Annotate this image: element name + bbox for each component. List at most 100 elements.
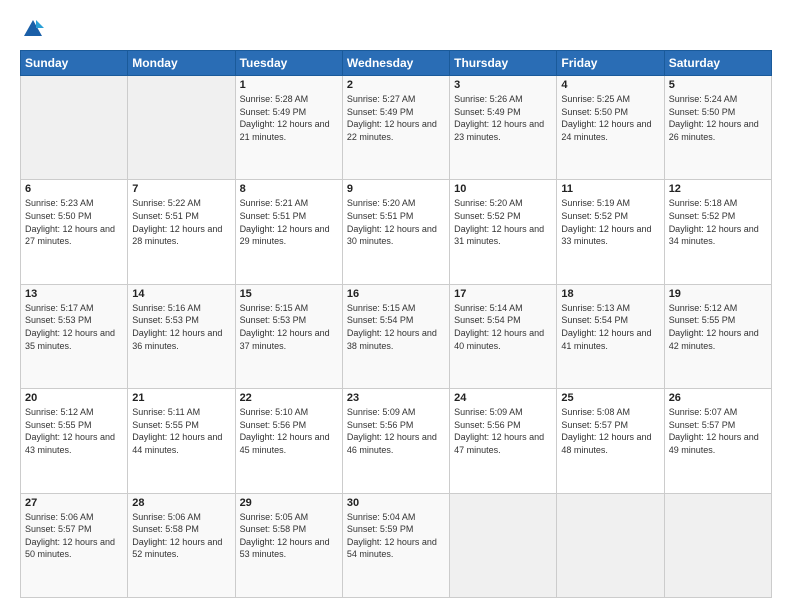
day-info: Sunrise: 5:12 AM Sunset: 5:55 PM Dayligh… <box>25 406 123 456</box>
calendar-cell: 28 Sunrise: 5:06 AM Sunset: 5:58 PM Dayli… <box>128 493 235 597</box>
weekday-header: Monday <box>128 51 235 76</box>
calendar-cell: 15 Sunrise: 5:15 AM Sunset: 5:53 PM Dayli… <box>235 284 342 388</box>
day-info: Sunrise: 5:04 AM Sunset: 5:59 PM Dayligh… <box>347 511 445 561</box>
day-number: 26 <box>669 392 767 404</box>
day-number: 28 <box>132 497 230 509</box>
logo-icon <box>22 18 44 40</box>
calendar-cell: 8 Sunrise: 5:21 AM Sunset: 5:51 PM Daylig… <box>235 180 342 284</box>
calendar-cell: 27 Sunrise: 5:06 AM Sunset: 5:57 PM Dayli… <box>21 493 128 597</box>
day-info: Sunrise: 5:11 AM Sunset: 5:55 PM Dayligh… <box>132 406 230 456</box>
day-number: 6 <box>25 183 123 195</box>
day-number: 3 <box>454 79 552 91</box>
calendar-cell: 26 Sunrise: 5:07 AM Sunset: 5:57 PM Dayli… <box>664 389 771 493</box>
day-info: Sunrise: 5:07 AM Sunset: 5:57 PM Dayligh… <box>669 406 767 456</box>
calendar-week-row: 27 Sunrise: 5:06 AM Sunset: 5:57 PM Dayli… <box>21 493 772 597</box>
day-number: 21 <box>132 392 230 404</box>
calendar-cell: 13 Sunrise: 5:17 AM Sunset: 5:53 PM Dayli… <box>21 284 128 388</box>
weekday-header: Saturday <box>664 51 771 76</box>
calendar-cell: 12 Sunrise: 5:18 AM Sunset: 5:52 PM Dayli… <box>664 180 771 284</box>
calendar-cell: 10 Sunrise: 5:20 AM Sunset: 5:52 PM Dayli… <box>450 180 557 284</box>
day-number: 23 <box>347 392 445 404</box>
logo <box>20 18 44 40</box>
day-number: 29 <box>240 497 338 509</box>
day-info: Sunrise: 5:26 AM Sunset: 5:49 PM Dayligh… <box>454 93 552 143</box>
day-info: Sunrise: 5:12 AM Sunset: 5:55 PM Dayligh… <box>669 302 767 352</box>
weekday-header: Thursday <box>450 51 557 76</box>
calendar-cell: 24 Sunrise: 5:09 AM Sunset: 5:56 PM Dayli… <box>450 389 557 493</box>
calendar-cell: 2 Sunrise: 5:27 AM Sunset: 5:49 PM Daylig… <box>342 76 449 180</box>
calendar-cell: 22Sunrise: 5:10 AM Sunset: 5:56 PM Dayli… <box>235 389 342 493</box>
day-info: Sunrise: 5:14 AM Sunset: 5:54 PM Dayligh… <box>454 302 552 352</box>
day-number: 13 <box>25 288 123 300</box>
calendar-cell: 1 Sunrise: 5:28 AM Sunset: 5:49 PM Daylig… <box>235 76 342 180</box>
day-info: Sunrise: 5:25 AM Sunset: 5:50 PM Dayligh… <box>561 93 659 143</box>
calendar-cell: 23 Sunrise: 5:09 AM Sunset: 5:56 PM Dayli… <box>342 389 449 493</box>
day-number: 1 <box>240 79 338 91</box>
calendar-cell <box>128 76 235 180</box>
day-number: 25 <box>561 392 659 404</box>
day-number: 8 <box>240 183 338 195</box>
day-number: 10 <box>454 183 552 195</box>
calendar-cell: 3 Sunrise: 5:26 AM Sunset: 5:49 PM Daylig… <box>450 76 557 180</box>
calendar-cell: 5Sunrise: 5:24 AM Sunset: 5:50 PM Daylig… <box>664 76 771 180</box>
calendar-cell <box>664 493 771 597</box>
calendar-cell: 20Sunrise: 5:12 AM Sunset: 5:55 PM Dayli… <box>21 389 128 493</box>
header <box>20 18 772 40</box>
day-number: 4 <box>561 79 659 91</box>
day-info: Sunrise: 5:15 AM Sunset: 5:53 PM Dayligh… <box>240 302 338 352</box>
calendar-cell: 9 Sunrise: 5:20 AM Sunset: 5:51 PM Daylig… <box>342 180 449 284</box>
calendar-week-row: 13 Sunrise: 5:17 AM Sunset: 5:53 PM Dayli… <box>21 284 772 388</box>
day-info: Sunrise: 5:22 AM Sunset: 5:51 PM Dayligh… <box>132 197 230 247</box>
day-number: 14 <box>132 288 230 300</box>
weekday-header: Sunday <box>21 51 128 76</box>
calendar-cell: 19 Sunrise: 5:12 AM Sunset: 5:55 PM Dayli… <box>664 284 771 388</box>
day-number: 24 <box>454 392 552 404</box>
day-info: Sunrise: 5:09 AM Sunset: 5:56 PM Dayligh… <box>347 406 445 456</box>
day-number: 19 <box>669 288 767 300</box>
day-info: Sunrise: 5:20 AM Sunset: 5:52 PM Dayligh… <box>454 197 552 247</box>
day-number: 15 <box>240 288 338 300</box>
day-info: Sunrise: 5:27 AM Sunset: 5:49 PM Dayligh… <box>347 93 445 143</box>
calendar-cell: 7 Sunrise: 5:22 AM Sunset: 5:51 PM Daylig… <box>128 180 235 284</box>
calendar-body: 1 Sunrise: 5:28 AM Sunset: 5:49 PM Daylig… <box>21 76 772 598</box>
calendar-cell: 16 Sunrise: 5:15 AM Sunset: 5:54 PM Dayli… <box>342 284 449 388</box>
day-info: Sunrise: 5:06 AM Sunset: 5:58 PM Dayligh… <box>132 511 230 561</box>
day-info: Sunrise: 5:10 AM Sunset: 5:56 PM Dayligh… <box>240 406 338 456</box>
calendar-header-row: SundayMondayTuesdayWednesdayThursdayFrid… <box>21 51 772 76</box>
calendar-cell <box>450 493 557 597</box>
day-number: 2 <box>347 79 445 91</box>
day-info: Sunrise: 5:21 AM Sunset: 5:51 PM Dayligh… <box>240 197 338 247</box>
day-info: Sunrise: 5:08 AM Sunset: 5:57 PM Dayligh… <box>561 406 659 456</box>
day-number: 7 <box>132 183 230 195</box>
calendar-week-row: 1 Sunrise: 5:28 AM Sunset: 5:49 PM Daylig… <box>21 76 772 180</box>
day-info: Sunrise: 5:19 AM Sunset: 5:52 PM Dayligh… <box>561 197 659 247</box>
day-number: 16 <box>347 288 445 300</box>
weekday-header: Friday <box>557 51 664 76</box>
weekday-header: Tuesday <box>235 51 342 76</box>
day-info: Sunrise: 5:18 AM Sunset: 5:52 PM Dayligh… <box>669 197 767 247</box>
day-info: Sunrise: 5:15 AM Sunset: 5:54 PM Dayligh… <box>347 302 445 352</box>
day-info: Sunrise: 5:05 AM Sunset: 5:58 PM Dayligh… <box>240 511 338 561</box>
calendar-cell: 29 Sunrise: 5:05 AM Sunset: 5:58 PM Dayli… <box>235 493 342 597</box>
day-number: 27 <box>25 497 123 509</box>
day-info: Sunrise: 5:20 AM Sunset: 5:51 PM Dayligh… <box>347 197 445 247</box>
calendar-cell: 17Sunrise: 5:14 AM Sunset: 5:54 PM Dayli… <box>450 284 557 388</box>
day-info: Sunrise: 5:24 AM Sunset: 5:50 PM Dayligh… <box>669 93 767 143</box>
day-info: Sunrise: 5:09 AM Sunset: 5:56 PM Dayligh… <box>454 406 552 456</box>
day-info: Sunrise: 5:17 AM Sunset: 5:53 PM Dayligh… <box>25 302 123 352</box>
day-number: 9 <box>347 183 445 195</box>
day-info: Sunrise: 5:23 AM Sunset: 5:50 PM Dayligh… <box>25 197 123 247</box>
day-info: Sunrise: 5:28 AM Sunset: 5:49 PM Dayligh… <box>240 93 338 143</box>
calendar-cell: 11Sunrise: 5:19 AM Sunset: 5:52 PM Dayli… <box>557 180 664 284</box>
day-number: 18 <box>561 288 659 300</box>
day-number: 30 <box>347 497 445 509</box>
calendar-week-row: 6 Sunrise: 5:23 AM Sunset: 5:50 PM Daylig… <box>21 180 772 284</box>
calendar-week-row: 20Sunrise: 5:12 AM Sunset: 5:55 PM Dayli… <box>21 389 772 493</box>
day-number: 12 <box>669 183 767 195</box>
calendar-cell <box>21 76 128 180</box>
calendar-cell: 25 Sunrise: 5:08 AM Sunset: 5:57 PM Dayli… <box>557 389 664 493</box>
weekday-header: Wednesday <box>342 51 449 76</box>
day-info: Sunrise: 5:16 AM Sunset: 5:53 PM Dayligh… <box>132 302 230 352</box>
calendar-table: SundayMondayTuesdayWednesdayThursdayFrid… <box>20 50 772 598</box>
day-info: Sunrise: 5:06 AM Sunset: 5:57 PM Dayligh… <box>25 511 123 561</box>
